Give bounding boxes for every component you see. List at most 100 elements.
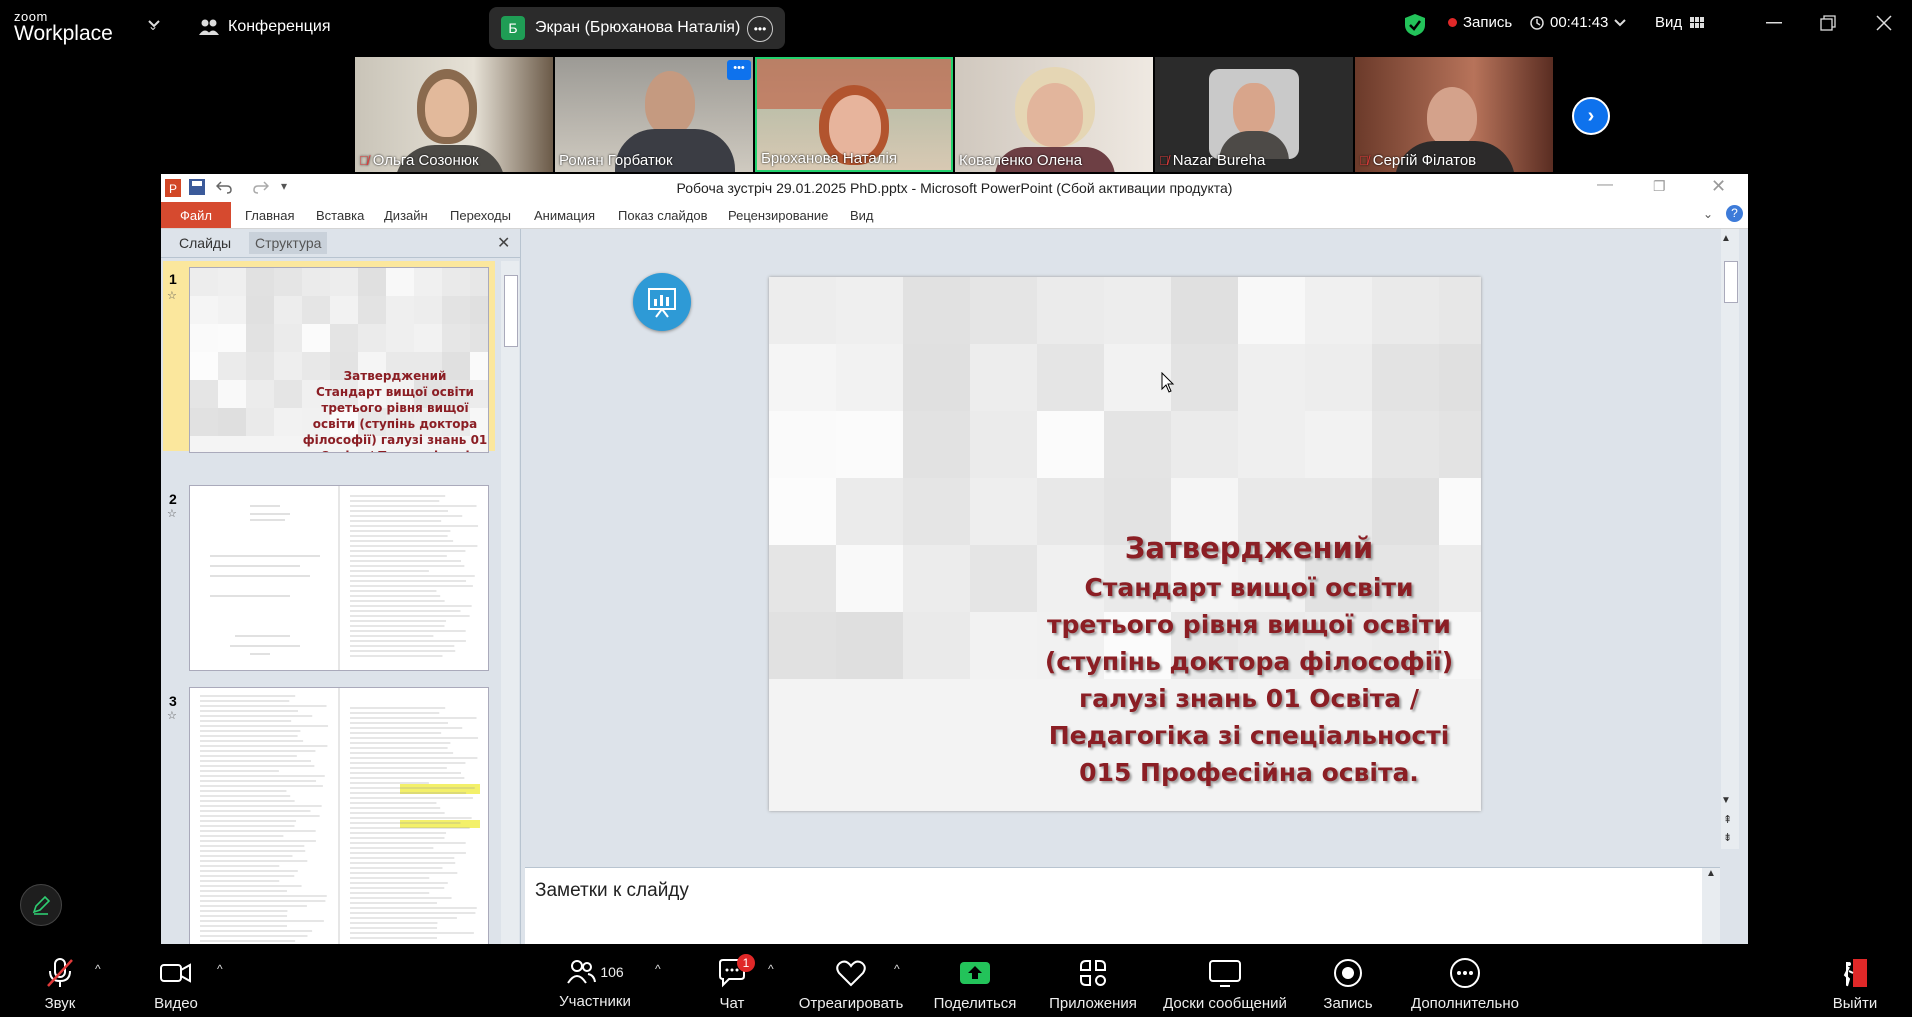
whiteboards-button[interactable]: Доски сообщений [1160, 944, 1290, 1017]
tab-home[interactable]: Главная [245, 208, 294, 223]
participants-label: Участники [559, 993, 631, 1010]
tab-design[interactable]: Дизайн [384, 208, 428, 223]
chat-options-chevron-icon[interactable]: ^ [768, 962, 774, 976]
slide-number: 2 [169, 491, 177, 507]
help-icon[interactable]: ? [1726, 205, 1743, 222]
chat-unread-badge: 1 [737, 954, 755, 972]
video-tile[interactable]: 🎙̸ Nazar Bureha [1155, 57, 1353, 172]
minimize-icon[interactable] [1766, 22, 1782, 24]
meeting-info-button[interactable]: Конференция [198, 14, 331, 40]
mic-muted-icon [47, 958, 73, 987]
tab-outline[interactable]: Структура [249, 232, 328, 254]
screen-share-label: Экран (Брюханова Наталія) [535, 19, 741, 36]
react-options-chevron-icon[interactable]: ^ [894, 962, 900, 976]
restore-icon[interactable] [1820, 15, 1836, 31]
close-icon[interactable] [1876, 15, 1892, 31]
video-tile[interactable]: ••• Роман Горбатюк [555, 57, 753, 172]
share-button[interactable]: Поделиться [930, 944, 1020, 1017]
participant-name-tag: 🎙̸ Сергій Філатов [1359, 152, 1476, 169]
video-tile-active-speaker[interactable]: Брюханова Наталія [755, 57, 953, 172]
slide-body: Стандарт вищої освіти третього рівня вищ… [1044, 573, 1454, 787]
pane-close-icon[interactable]: ✕ [497, 233, 510, 253]
notes-scrollbar[interactable]: ▲ [1702, 868, 1720, 944]
tab-insert[interactable]: Вставка [316, 208, 364, 223]
slide-thumbnail-text: Затверджений Стандарт вищої освіти треть… [302, 369, 488, 452]
more-button[interactable]: Дополнительно [1405, 944, 1525, 1017]
video-options-chevron-icon[interactable]: ^ [217, 962, 223, 976]
react-button[interactable]: Отреагировать [796, 944, 906, 1017]
record-icon [1334, 959, 1362, 987]
participant-name: Nazar Bureha [1172, 152, 1266, 169]
video-button[interactable]: Видео [146, 944, 206, 1017]
ribbon-tabs: Главная Вставка Дизайн Переходы Анимация… [161, 202, 1748, 229]
slide-transition-star-icon: ☆ [167, 710, 177, 722]
ppt-restore-icon[interactable]: ❐ [1653, 178, 1666, 195]
timer-value: 00:41:43 [1550, 14, 1609, 31]
video-tile[interactable]: 🎙̸ Сергій Філатов [1355, 57, 1553, 172]
view-button[interactable]: Вид [1655, 14, 1705, 31]
participant-name-tag: Брюханова Наталія [761, 150, 897, 167]
react-label: Отреагировать [798, 995, 904, 1012]
audio-button[interactable]: Звук [30, 944, 90, 1017]
tab-animation[interactable]: Анимация [534, 208, 595, 223]
chat-label: Чат [719, 995, 745, 1012]
audio-label: Звук [44, 995, 76, 1012]
participants-button[interactable]: 106 Участники [550, 944, 640, 1017]
participant-name-tag: Коваленко Олена [959, 152, 1082, 169]
slide-thumbnail-1[interactable]: Затверджений Стандарт вищої освіти треть… [189, 267, 489, 453]
chat-button[interactable]: Чат [702, 944, 762, 1017]
next-slide-icon[interactable]: ⇟ [1723, 831, 1732, 844]
ribbon-collapse-icon[interactable]: ⌄ [1703, 207, 1713, 221]
previous-slide-icon[interactable]: ⇞ [1723, 813, 1732, 826]
tab-transitions[interactable]: Переходы [450, 208, 511, 223]
tab-review[interactable]: Рецензирование [728, 208, 828, 223]
tab-view[interactable]: Вид [850, 208, 874, 223]
screen-share-indicator[interactable]: Б Экран (Брюханова Наталія) ••• [489, 7, 785, 49]
ppt-close-icon[interactable]: ✕ [1711, 176, 1726, 197]
avatar [1209, 69, 1299, 159]
recording-label: Запись [1463, 14, 1513, 31]
participants-options-chevron-icon[interactable]: ^ [655, 962, 661, 976]
top-bar: zoom Workplace ⌄ Конференция Б Экран (Бр… [0, 0, 1912, 56]
bottom-toolbar: Звук ^ Видео ^ 106 Участники ^ Чат 1 ^ О… [0, 944, 1912, 1017]
tab-slides[interactable]: Слайды [179, 235, 231, 251]
tab-slideshow[interactable]: Показ слайдов [618, 208, 708, 223]
chevron-down-icon [1614, 18, 1627, 26]
leave-label: Выйти [1832, 995, 1878, 1012]
scrollbar-thumb[interactable] [1724, 261, 1738, 303]
recording-indicator[interactable]: Запись [1448, 14, 1512, 31]
editor-scrollbar[interactable]: ▲ ▼ ⇞ ⇟ [1721, 229, 1739, 849]
participants-count: 106 [600, 964, 624, 980]
slide-thumbnail-2[interactable] [189, 485, 489, 671]
more-dots-icon [1450, 958, 1480, 988]
video-tile[interactable]: Коваленко Олена [955, 57, 1153, 172]
slides-scrollbar[interactable] [501, 261, 519, 944]
ppt-minimize-icon[interactable]: — [1597, 176, 1613, 194]
shield-check-icon[interactable] [1404, 13, 1426, 37]
meeting-timer[interactable]: 00:41:43 [1530, 14, 1627, 31]
tile-more-icon[interactable]: ••• [727, 60, 751, 80]
video-tile[interactable]: 🎙̸ Ольга Созонюк [355, 57, 553, 172]
tab-file[interactable]: Файл [161, 202, 231, 228]
scrollbar-thumb[interactable] [504, 275, 518, 347]
annotate-pencil-icon[interactable] [20, 884, 62, 926]
slide-text-box[interactable]: Затверджений Стандарт вищої освіти треть… [1029, 527, 1469, 791]
more-options-icon[interactable]: ••• [747, 16, 773, 42]
participants-icon [567, 960, 597, 984]
pane-tabs: Слайды Структура ✕ [161, 229, 520, 258]
presenter-view-icon[interactable] [633, 273, 691, 331]
leave-button[interactable]: Выйти [1825, 944, 1885, 1017]
record-button[interactable]: Запись [1318, 944, 1378, 1017]
gallery-next-icon[interactable]: › [1572, 97, 1610, 135]
ppt-title-bar: P ▾ Робоча зустріч 29.01.2025 PhD.pptx -… [161, 174, 1748, 202]
audio-options-chevron-icon[interactable]: ^ [95, 962, 101, 976]
slide-thumbnail-3[interactable] [189, 687, 489, 944]
current-slide[interactable]: Затверджений Стандарт вищої освіти треть… [769, 277, 1481, 811]
notes-pane[interactable]: Заметки к слайду ▲ [525, 867, 1720, 944]
record-label: Запись [1323, 995, 1373, 1012]
apps-button[interactable]: Приложения [1048, 944, 1138, 1017]
chevron-down-icon[interactable] [148, 20, 160, 28]
video-camera-icon [160, 963, 191, 983]
mouse-cursor-icon [1161, 372, 1175, 393]
recording-dot-icon [1448, 18, 1457, 27]
